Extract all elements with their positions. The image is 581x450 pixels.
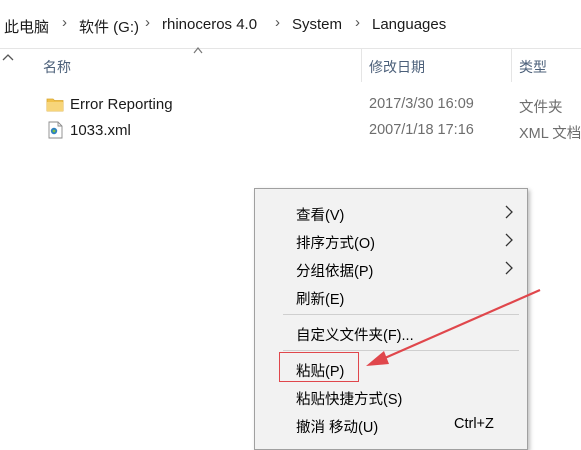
menu-separator [283,314,519,315]
column-header-modified[interactable]: 修改日期 [369,57,425,77]
submenu-arrow-icon [505,261,513,275]
paste-highlight-box [279,352,359,382]
column-divider[interactable] [361,48,362,82]
breadcrumb-drive-g[interactable]: 软件 (G:) [79,16,139,37]
address-bar[interactable]: 此电脑 › 软件 (G:) › rhinoceros 4.0 › System … [0,0,581,49]
menu-item-label: 自定义文件夹(F)... [296,328,414,344]
file-row[interactable]: Error Reporting 2017/3/30 16:09 文件夹 [40,92,581,116]
column-header-type[interactable]: 类型 [519,57,547,77]
menu-item-sort-by[interactable]: 排序方式(O) [255,227,527,255]
menu-item-label: 排序方式(O) [296,236,375,252]
menu-item-view[interactable]: 查看(V) [255,199,527,227]
breadcrumb-languages[interactable]: Languages [372,16,446,33]
file-modified: 2007/1/18 17:16 [369,122,474,138]
folder-icon [46,98,64,112]
submenu-arrow-icon [505,233,513,247]
menu-separator [283,350,519,351]
file-type: 文件夹 [519,100,563,116]
submenu-arrow-icon [505,205,513,219]
file-type: XML 文档 [519,126,581,142]
menu-item-label: 刷新(E) [296,292,345,308]
scroll-up-icon[interactable] [0,50,16,66]
chevron-right-icon[interactable]: › [275,14,280,31]
chevron-right-icon[interactable]: › [145,14,150,31]
menu-item-group-by[interactable]: 分组依据(P) [255,255,527,283]
breadcrumb-this-pc[interactable]: 此电脑 [4,16,49,37]
chevron-right-icon[interactable]: › [355,14,360,31]
file-name: Error Reporting [70,96,173,113]
file-modified: 2017/3/30 16:09 [369,96,474,112]
file-row[interactable]: 1033.xml 2007/1/18 17:16 XML 文档 [40,118,581,142]
breadcrumb-system[interactable]: System [292,16,342,33]
menu-item-undo-move[interactable]: 撤消 移动(U) Ctrl+Z [255,411,527,439]
file-name: 1033.xml [70,122,131,139]
breadcrumb-rhinoceros[interactable]: rhinoceros 4.0 [162,16,257,33]
menu-item-label: 查看(V) [296,208,345,224]
menu-item-label: 粘贴快捷方式(S) [296,392,403,408]
chevron-right-icon[interactable]: › [62,14,67,31]
column-header-name[interactable]: 名称 [43,57,71,77]
menu-item-shortcut: Ctrl+Z [454,416,494,432]
menu-item-refresh[interactable]: 刷新(E) [255,283,527,311]
context-menu: 查看(V) 排序方式(O) 分组依据(P) 刷新(E) 自定义文件夹(F)...… [254,188,528,450]
menu-item-paste-shortcut[interactable]: 粘贴快捷方式(S) [255,383,527,411]
menu-item-customize-folder[interactable]: 自定义文件夹(F)... [255,319,527,347]
menu-item-label: 撤消 移动(U) [296,420,379,436]
xml-file-icon [48,121,63,139]
sort-ascending-icon [193,47,203,54]
menu-item-label: 分组依据(P) [296,264,374,280]
column-divider[interactable] [511,48,512,82]
